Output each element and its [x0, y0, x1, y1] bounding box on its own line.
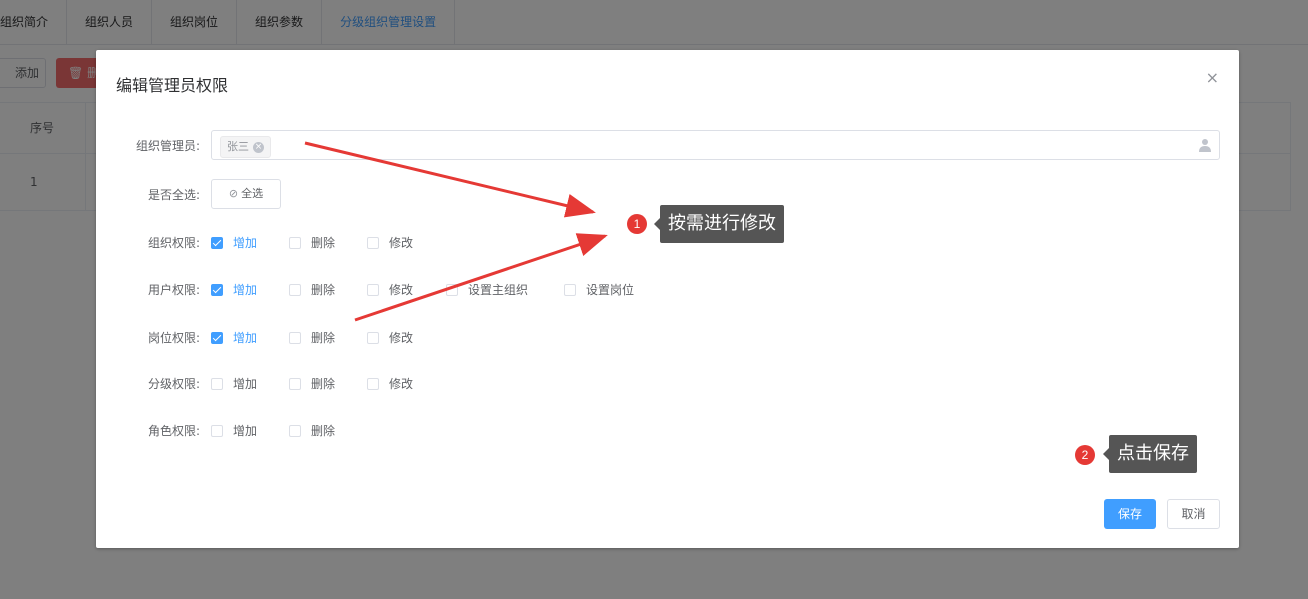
tag-close-icon[interactable]: ×	[253, 141, 264, 153]
perm-level-label: 分级权限:	[147, 377, 200, 391]
perm-post-add-checkbox[interactable]: 增加	[211, 329, 257, 346]
perm-user-set-main-org-checkbox[interactable]: 设置主组织	[446, 281, 528, 298]
perm-post-label: 岗位权限:	[147, 331, 200, 345]
checkbox-icon	[367, 377, 379, 390]
checkbox-label: 删除	[311, 331, 336, 345]
perm-org-edit-checkbox[interactable]: 修改	[367, 234, 413, 251]
perm-role-delete-checkbox[interactable]: 删除	[289, 422, 335, 439]
checkbox-icon	[289, 377, 301, 390]
admin-select[interactable]: 张三 ×	[211, 130, 1220, 160]
checkbox-label: 修改	[389, 283, 414, 297]
perm-user-set-post-checkbox[interactable]: 设置岗位	[564, 281, 634, 298]
checkbox-icon	[289, 236, 301, 249]
save-button[interactable]: 保存	[1104, 499, 1156, 529]
checkbox-label: 删除	[311, 236, 336, 250]
annotation-tip-2: 点击保存	[1103, 435, 1197, 473]
checkbox-icon	[367, 236, 379, 249]
perm-role-add-checkbox[interactable]: 增加	[211, 422, 257, 439]
annotation-tip-1: 按需进行修改	[654, 205, 784, 243]
checkbox-icon	[564, 283, 576, 296]
annotation-badge-2: 2	[1075, 445, 1095, 465]
dialog-title: 编辑管理员权限	[116, 76, 229, 95]
checkbox-label: 增加	[233, 236, 258, 250]
checkbox-icon	[367, 331, 379, 344]
checkbox-label: 设置岗位	[586, 283, 635, 297]
select-all-button[interactable]: ⊘ 全选	[211, 179, 281, 209]
checkbox-label: 设置主组织	[468, 283, 529, 297]
admin-tag: 张三 ×	[220, 136, 271, 158]
perm-org-add-checkbox[interactable]: 增加	[211, 234, 257, 251]
perm-post-edit-checkbox[interactable]: 修改	[367, 329, 413, 346]
select-all-button-label: 全选	[241, 187, 264, 200]
checkbox-icon	[211, 236, 223, 249]
annotation-badge-1: 1	[627, 214, 647, 234]
user-icon	[1199, 139, 1211, 152]
perm-level-delete-checkbox[interactable]: 删除	[289, 375, 335, 392]
checkbox-label: 增加	[233, 331, 258, 345]
select-all-label: 是否全选:	[147, 188, 200, 202]
checkbox-icon	[289, 331, 301, 344]
checkbox-label: 修改	[389, 331, 414, 345]
perm-user-delete-checkbox[interactable]: 删除	[289, 281, 335, 298]
admin-field-label: 组织管理员:	[135, 139, 200, 153]
checkbox-icon	[211, 424, 223, 437]
perm-post-delete-checkbox[interactable]: 删除	[289, 329, 335, 346]
checkbox-label: 增加	[233, 283, 258, 297]
checkbox-icon	[289, 283, 301, 296]
checkbox-icon	[211, 331, 223, 344]
perm-user-edit-checkbox[interactable]: 修改	[367, 281, 413, 298]
checkbox-label: 修改	[389, 236, 414, 250]
cancel-button[interactable]: 取消	[1167, 499, 1220, 529]
checkbox-label: 删除	[311, 377, 336, 391]
perm-level-add-checkbox[interactable]: 增加	[211, 375, 257, 392]
close-icon[interactable]: ×	[1206, 68, 1219, 87]
perm-role-label: 角色权限:	[147, 424, 200, 438]
checkbox-label: 删除	[311, 424, 336, 438]
edit-admin-permission-dialog: 编辑管理员权限 × 组织管理员: 张三 × 是否全选: ⊘ 全选 组织权限: 增加…	[96, 50, 1239, 548]
perm-user-add-checkbox[interactable]: 增加	[211, 281, 257, 298]
checkbox-label: 删除	[311, 283, 336, 297]
checkbox-icon	[211, 377, 223, 390]
checkbox-icon	[446, 283, 458, 296]
checkbox-icon	[367, 283, 379, 296]
checkbox-label: 增加	[233, 424, 258, 438]
admin-tag-label: 张三	[227, 140, 249, 153]
perm-user-label: 用户权限:	[147, 283, 200, 297]
perm-org-label: 组织权限:	[147, 236, 200, 250]
perm-org-delete-checkbox[interactable]: 删除	[289, 234, 335, 251]
checkbox-label: 修改	[389, 377, 414, 391]
checkbox-label: 增加	[233, 377, 258, 391]
checkbox-icon	[211, 283, 223, 296]
check-circle-icon: ⊘	[228, 187, 239, 200]
checkbox-icon	[289, 424, 301, 437]
perm-level-edit-checkbox[interactable]: 修改	[367, 375, 413, 392]
